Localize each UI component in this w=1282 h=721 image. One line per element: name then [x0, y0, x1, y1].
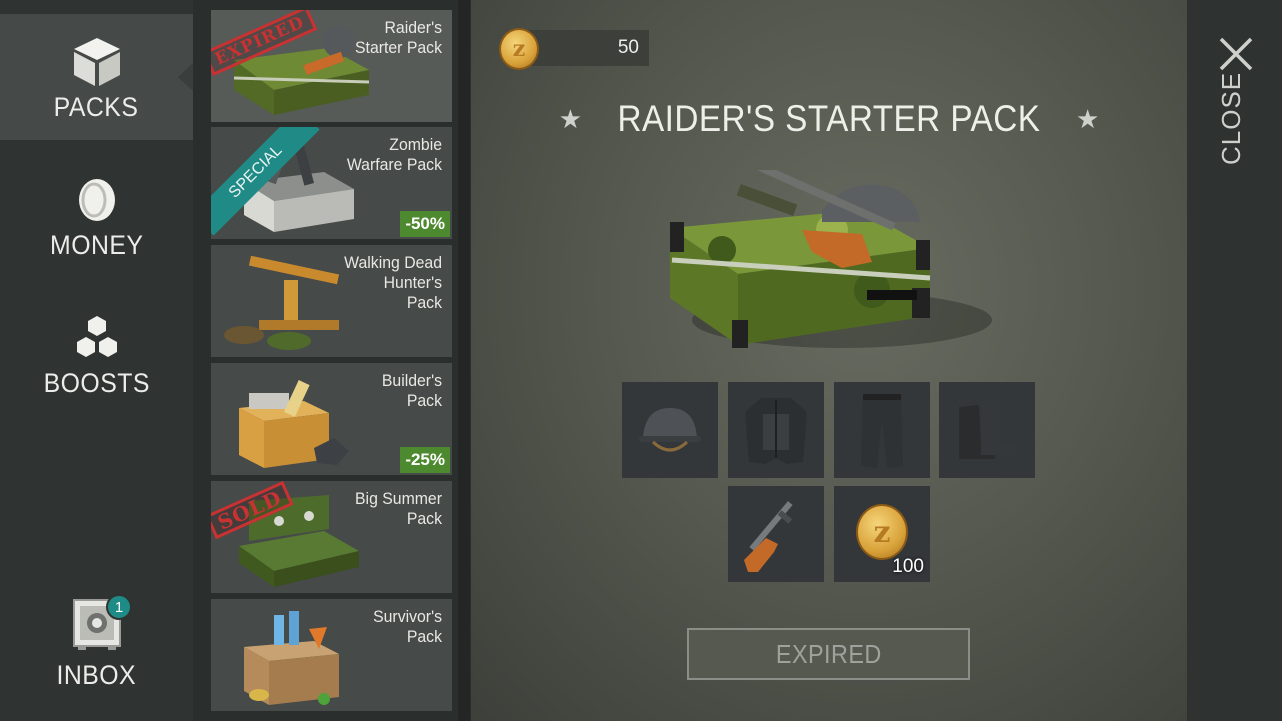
helmet-icon	[639, 408, 701, 452]
pack-item-raiders-starter[interactable]: Raider's Starter Pack EXPIRED	[211, 10, 452, 122]
hexagons-icon	[76, 316, 117, 357]
inbox-count-badge: 1	[106, 594, 132, 620]
rifle-icon	[744, 501, 793, 572]
pack-item-big-summer[interactable]: Big Summer Pack SOLD	[211, 481, 452, 593]
expired-button[interactable]: EXPIRED	[687, 628, 970, 680]
active-indicator	[178, 63, 193, 91]
reward-quantity: 100	[892, 556, 924, 577]
pack-name: Builder's Pack	[381, 371, 442, 410]
pack-item-survivors[interactable]: Survivor's Pack	[211, 599, 452, 711]
nav-item-packs[interactable]: PACKS	[0, 14, 193, 140]
pack-item-zombie-warfare[interactable]: Zombie Warfare Pack SPECIAL -50%	[211, 127, 452, 239]
pack-name: Survivor's Pack	[373, 607, 442, 646]
nav-label: PACKS	[54, 92, 139, 122]
pack-title-text: RAIDER'S STARTER PACK	[617, 98, 1041, 139]
pack-title: ★ RAIDER'S STARTER PACK ★	[559, 97, 1100, 141]
discount-badge: -50%	[400, 211, 450, 237]
nav-item-boosts[interactable]: BOOSTS	[0, 314, 193, 414]
currency-display: z 50	[499, 28, 649, 70]
pack-name: Walking Dead Hunter's Pack	[344, 253, 442, 312]
reward-slot-rifle[interactable]	[728, 486, 824, 582]
jacket-icon	[745, 398, 807, 464]
currency-amount: 50	[617, 37, 639, 58]
pants-icon	[861, 394, 903, 468]
pack-item-walking-dead-hunter[interactable]: Walking Dead Hunter's Pack	[211, 245, 452, 357]
nav-label: INBOX	[56, 660, 137, 690]
nav-label: MONEY	[49, 230, 144, 260]
z-coin-icon: z	[856, 504, 908, 560]
pack-name: Raider's Starter Pack	[355, 18, 442, 57]
cube-icon	[73, 38, 120, 86]
reward-slot-coins[interactable]: z 100	[834, 486, 930, 582]
close-icon[interactable]	[1218, 36, 1254, 72]
z-coin-icon: z	[499, 28, 539, 70]
discount-badge: -25%	[400, 447, 450, 473]
pack-name: Zombie Warfare Pack	[346, 135, 442, 174]
pack-hero-image	[670, 170, 992, 348]
pack-list-scrollbar[interactable]	[458, 0, 470, 721]
reward-slot-boots[interactable]	[939, 382, 1035, 478]
star-icon: ★	[558, 103, 583, 134]
nav-item-inbox[interactable]: INBOX	[0, 598, 193, 698]
star-icon: ★	[1075, 103, 1100, 134]
reward-slot-jacket[interactable]	[728, 382, 824, 478]
nav-label: BOOSTS	[43, 368, 150, 398]
reward-slot-helmet[interactable]	[622, 382, 718, 478]
coin-icon	[78, 179, 115, 221]
pack-name: Big Summer Pack	[355, 489, 442, 528]
close-label[interactable]: CLOSE	[1216, 72, 1247, 165]
nav-item-money[interactable]: MONEY	[0, 176, 193, 276]
pack-item-builders[interactable]: Builder's Pack -25%	[211, 363, 452, 475]
boots-icon	[959, 399, 1017, 459]
reward-slot-pants[interactable]	[834, 382, 930, 478]
